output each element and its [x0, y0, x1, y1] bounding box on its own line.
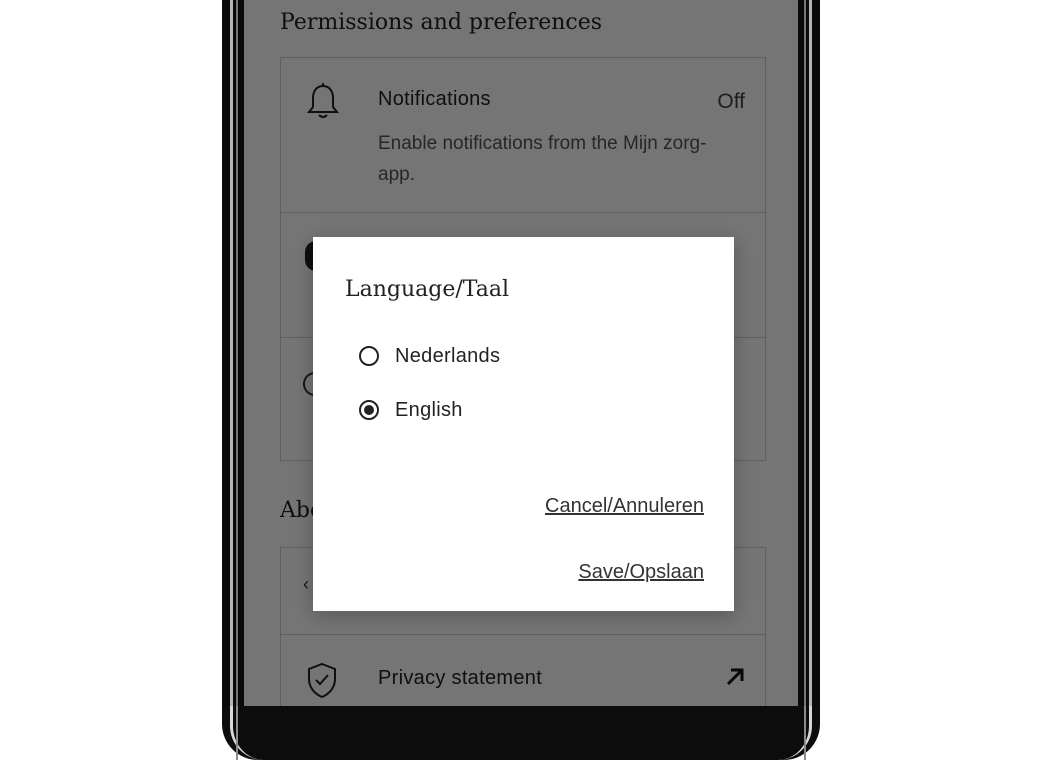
- language-option-label: Nederlands: [395, 344, 501, 367]
- privacy-statement-row[interactable]: Privacy statement: [281, 635, 765, 706]
- shield-check-icon: [308, 662, 336, 699]
- privacy-statement-label: Privacy statement: [378, 667, 543, 689]
- radio-checked-icon[interactable]: [359, 400, 379, 420]
- notifications-status: Off: [717, 90, 745, 113]
- notifications-title: Notifications: [378, 88, 491, 110]
- notifications-row[interactable]: Notifications Off Enable notifications f…: [281, 58, 765, 213]
- radio-unchecked-icon[interactable]: [359, 346, 379, 366]
- external-arrow-icon: [726, 668, 744, 686]
- language-option-english[interactable]: English: [359, 395, 463, 425]
- chevron-left-icon: ‹: [303, 574, 309, 594]
- language-dialog: Language/Taal Nederlands English Cancel/…: [313, 237, 734, 611]
- notifications-description: Enable notifications from the Mijn zorg-…: [378, 133, 707, 185]
- cancel-button[interactable]: Cancel/Annuleren: [545, 495, 704, 518]
- language-option-nederlands[interactable]: Nederlands: [359, 341, 500, 371]
- permissions-section-title: Permissions and preferences: [280, 10, 603, 35]
- language-option-label: English: [395, 398, 463, 421]
- bell-icon: [306, 83, 340, 118]
- save-button[interactable]: Save/Opslaan: [578, 561, 704, 584]
- dialog-title: Language/Taal: [345, 277, 510, 302]
